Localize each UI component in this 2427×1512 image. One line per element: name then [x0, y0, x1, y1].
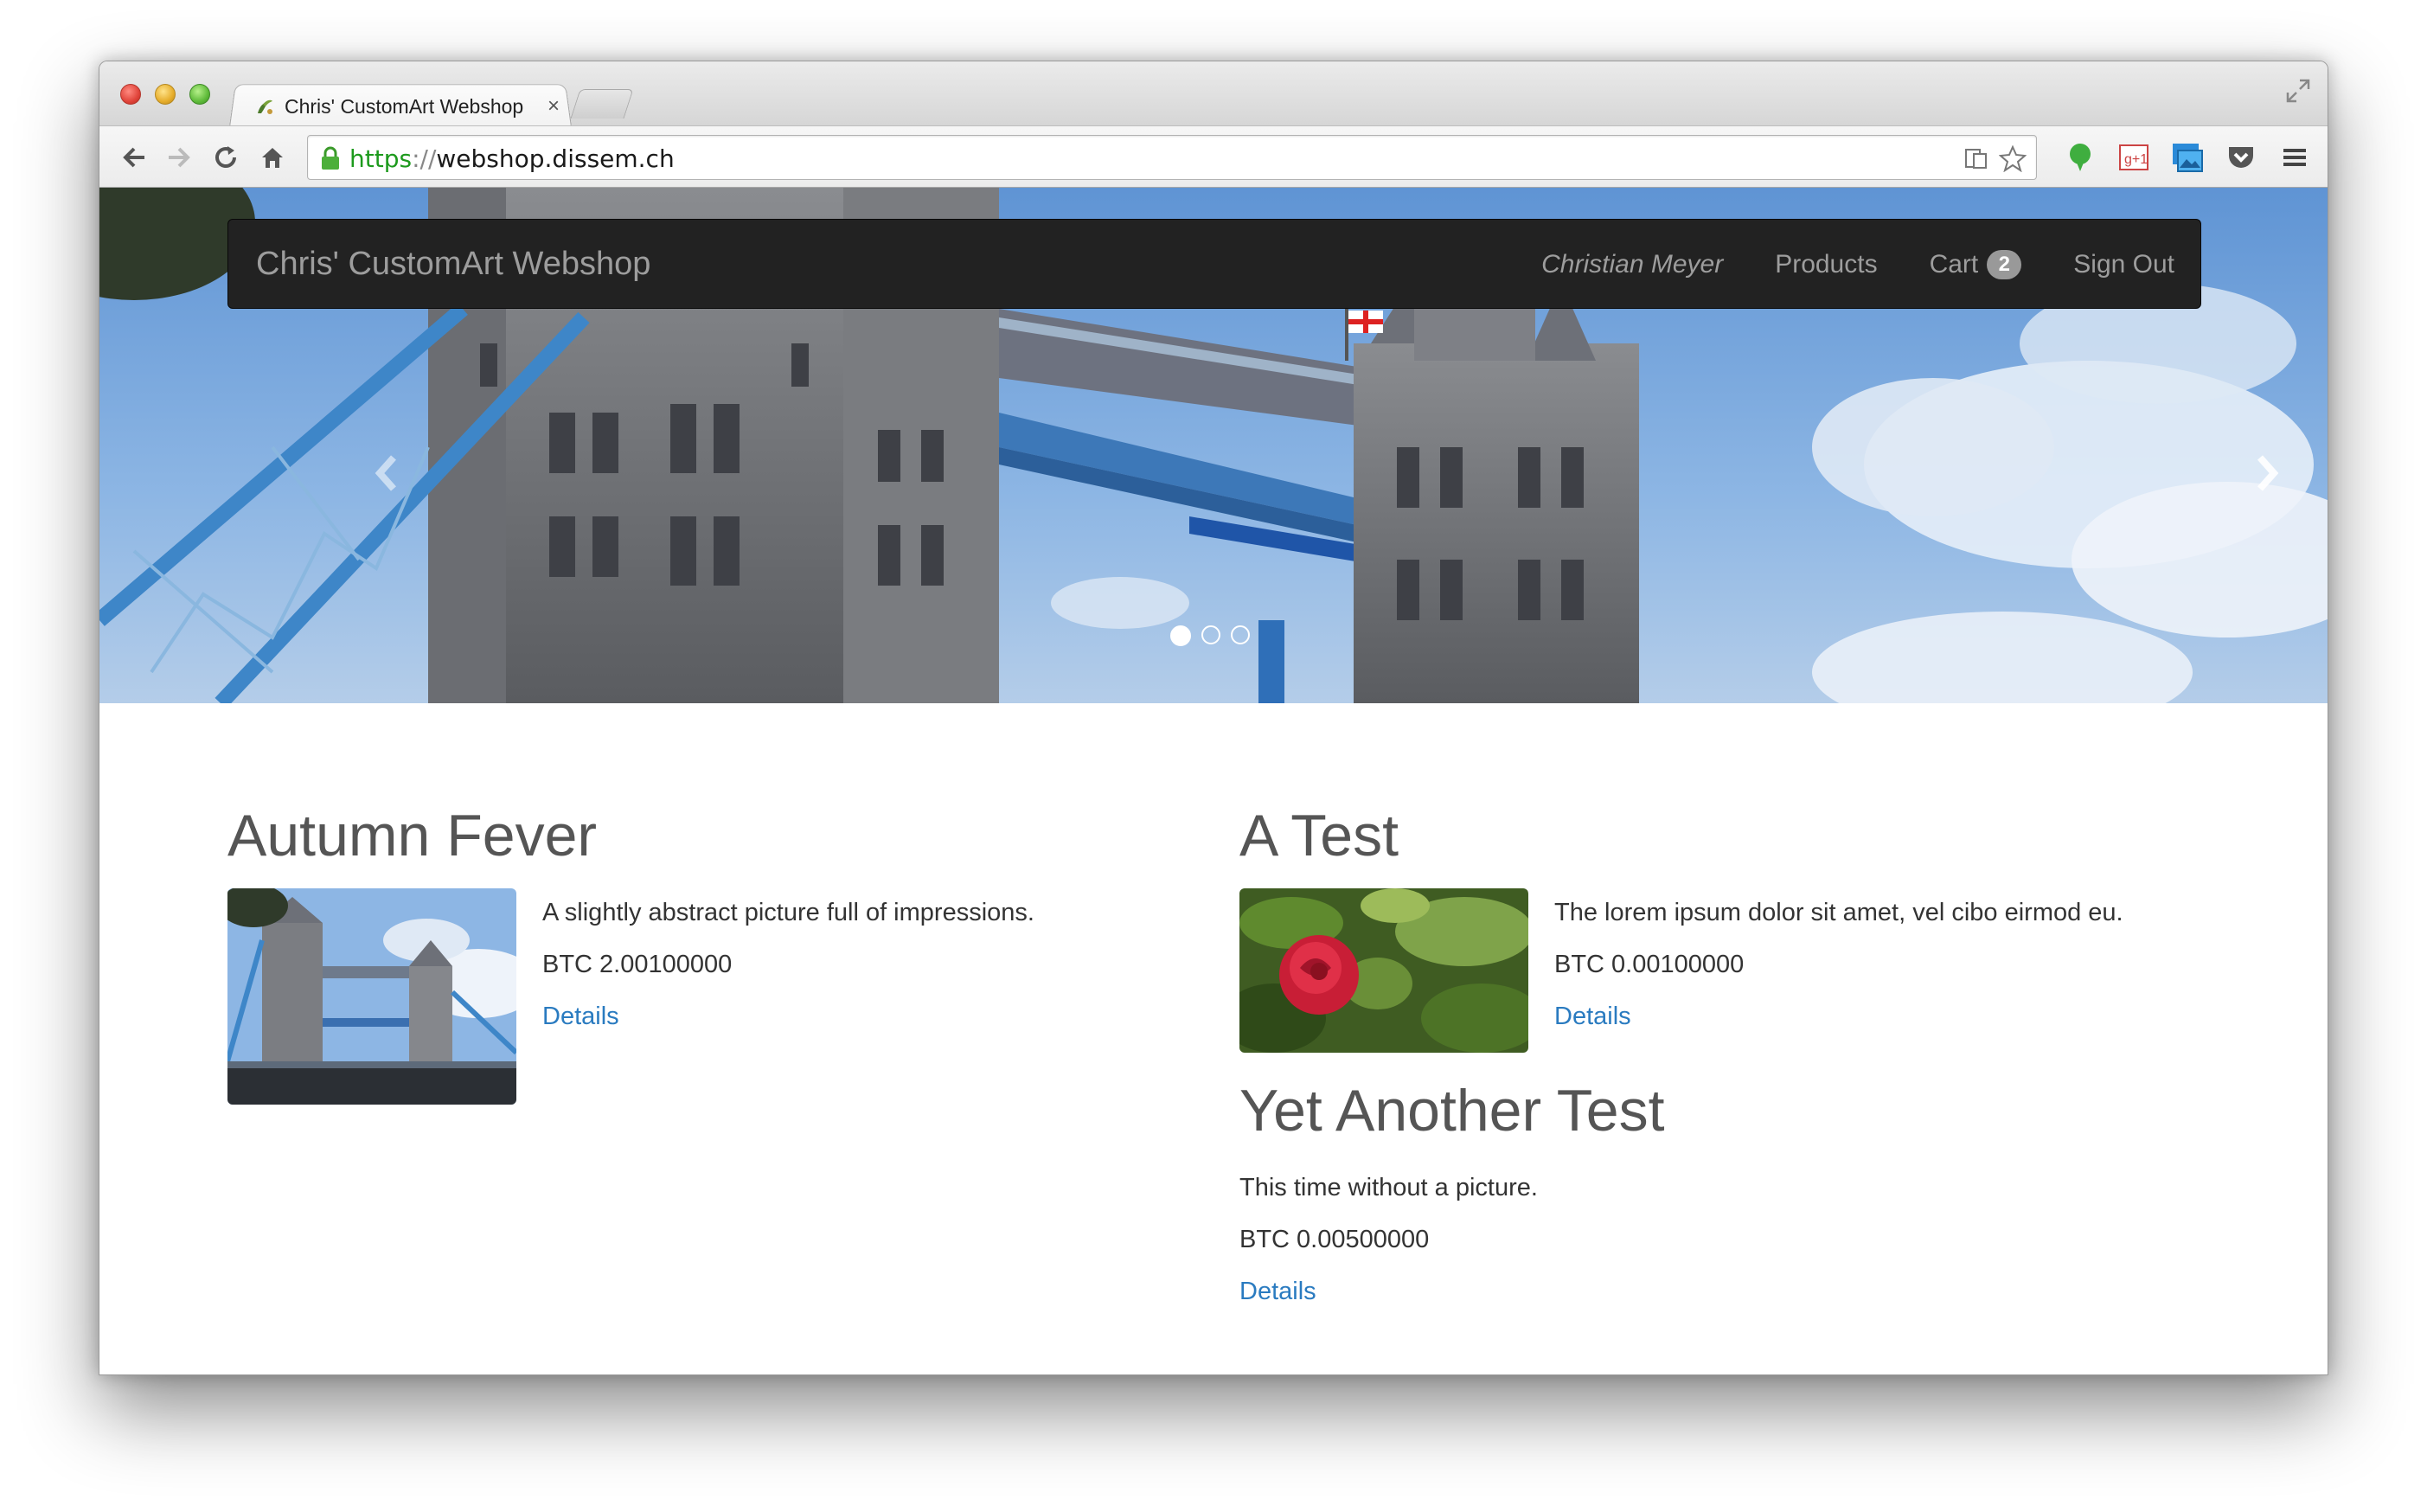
product-image-red-rose[interactable] [1239, 888, 1528, 1053]
product-price: BTC 0.00100000 [1554, 951, 1745, 978]
reload-icon[interactable] [208, 140, 243, 175]
product-price: BTC 0.00500000 [1239, 1226, 1430, 1253]
tab-close-button[interactable]: × [548, 96, 560, 117]
carousel-indicator[interactable] [1170, 625, 1191, 646]
minimize-window-button[interactable] [155, 84, 176, 105]
product-details-link[interactable]: Details [1554, 1003, 1631, 1031]
close-window-button[interactable] [120, 84, 141, 105]
browser-toolbar: https://webshop.dissem.ch g+1 [99, 125, 2328, 188]
tab-title: Chris' CustomArt Webshop [285, 94, 524, 118]
tab-strip: Chris' CustomArt Webshop × [99, 61, 2328, 127]
image-extension-icon[interactable] [2170, 140, 2205, 175]
url-scheme: https [349, 144, 413, 173]
product-description: This time without a picture. [1239, 1174, 1538, 1201]
product-description: A slightly abstract picture full of impr… [542, 899, 1034, 926]
carousel-indicator[interactable] [1231, 625, 1250, 644]
product-title: Yet Another Test [1239, 1078, 1665, 1144]
star-icon[interactable] [1998, 144, 2027, 173]
navbar-menu: Christian Meyer Products Cart 2 Sign Out [1541, 220, 2174, 310]
address-bar[interactable]: https://webshop.dissem.ch [307, 135, 2037, 180]
forward-icon[interactable] [162, 140, 196, 175]
chevron-left-icon[interactable] [364, 447, 407, 499]
chevron-right-icon[interactable] [2246, 447, 2289, 499]
fullscreen-icon[interactable] [2284, 77, 2312, 105]
nav-cart-label: Cart [1929, 250, 1979, 279]
url-host: webshop.dissem.ch [436, 144, 675, 173]
product-image-tower-bridge[interactable] [227, 888, 516, 1105]
navbar-brand[interactable]: Chris' CustomArt Webshop [256, 246, 650, 283]
nav-sign-out-link[interactable]: Sign Out [2073, 250, 2174, 279]
carousel-indicator[interactable] [1201, 625, 1220, 644]
nav-products-link[interactable]: Products [1775, 250, 1877, 279]
menu-icon[interactable] [2277, 140, 2312, 175]
nav-user-name[interactable]: Christian Meyer [1541, 250, 1723, 279]
product-description: The lorem ipsum dolor sit amet, vel cibo… [1554, 899, 2123, 926]
web-page: Chris' CustomArt Webshop Christian Meyer… [99, 188, 2328, 1374]
zoom-window-button[interactable] [189, 84, 210, 105]
product-details-link[interactable]: Details [1239, 1278, 1316, 1306]
carousel: Chris' CustomArt Webshop Christian Meyer… [99, 188, 2328, 703]
product-title: Autumn Fever [227, 803, 598, 868]
nav-cart-link[interactable]: Cart 2 [1930, 250, 2022, 279]
cart-count-badge: 2 [1987, 250, 2022, 279]
svg-text:g+1: g+1 [2124, 152, 2148, 167]
product-price: BTC 2.00100000 [542, 951, 733, 978]
url-separator: :// [412, 144, 437, 173]
back-icon[interactable] [117, 140, 151, 175]
lock-icon [318, 145, 343, 171]
page-action-icon[interactable] [1962, 144, 1991, 173]
product-title: A Test [1239, 803, 1399, 868]
carousel-indicators [1170, 625, 1250, 646]
url-text: https://webshop.dissem.ch [349, 144, 675, 173]
evernote-icon[interactable] [2063, 140, 2097, 175]
product-details-link[interactable]: Details [542, 1003, 619, 1031]
home-icon[interactable] [255, 140, 290, 175]
pocket-icon[interactable] [2224, 140, 2258, 175]
new-tab-button[interactable] [570, 89, 634, 119]
google-plus-icon[interactable]: g+1 [2116, 140, 2151, 175]
favicon-icon [253, 95, 276, 118]
navbar: Chris' CustomArt Webshop Christian Meyer… [227, 219, 2201, 309]
browser-window: Chris' CustomArt Webshop × https://websh… [99, 61, 2328, 1375]
browser-tab-content[interactable]: Chris' CustomArt Webshop × [253, 87, 565, 125]
